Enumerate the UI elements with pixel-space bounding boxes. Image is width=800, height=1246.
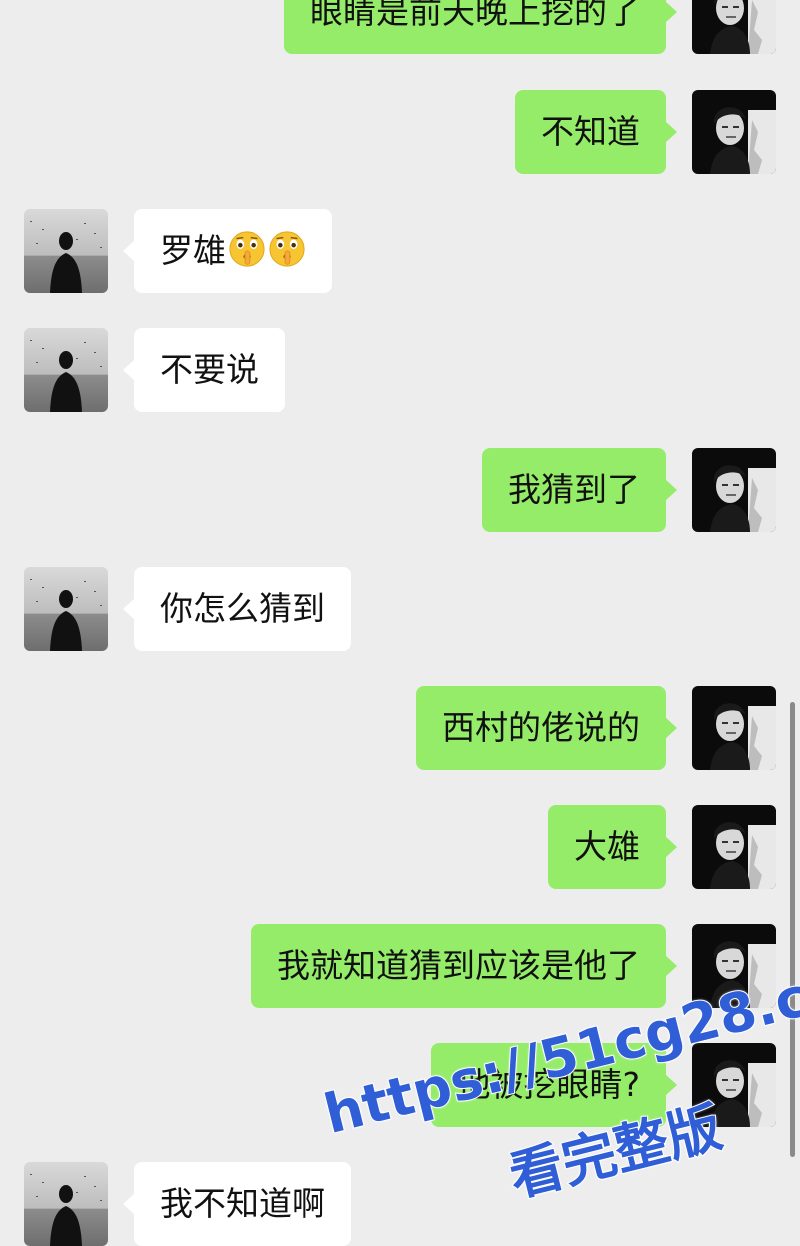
shushing-face-emoji-icon bbox=[268, 230, 306, 268]
my-avatar[interactable] bbox=[692, 448, 776, 532]
shushing-face-emoji-icon bbox=[228, 230, 266, 268]
incoming-message-bubble[interactable]: 不要说 bbox=[123, 328, 285, 412]
contact-avatar[interactable] bbox=[24, 209, 108, 293]
scrollbar[interactable] bbox=[790, 702, 795, 1157]
outgoing-message-bubble[interactable]: 大雄 bbox=[548, 805, 677, 889]
incoming-message-bubble[interactable]: 你怎么猜到 bbox=[123, 567, 351, 651]
my-avatar-photo bbox=[692, 448, 776, 532]
my-avatar[interactable] bbox=[692, 0, 776, 54]
my-avatar-photo bbox=[692, 90, 776, 174]
outgoing-message-bubble[interactable]: 不知道 bbox=[515, 90, 677, 174]
outgoing-message-bubble[interactable]: 我就知道猜到应该是他了 bbox=[251, 924, 677, 1008]
contact-avatar[interactable] bbox=[24, 328, 108, 412]
incoming-message-bubble[interactable]: 我不知道啊 bbox=[123, 1162, 351, 1246]
my-avatar[interactable] bbox=[692, 90, 776, 174]
incoming-message-bubble[interactable]: 罗雄 bbox=[123, 209, 332, 293]
outgoing-message-bubble[interactable]: 我猜到了 bbox=[482, 448, 677, 532]
my-avatar-photo bbox=[692, 805, 776, 889]
my-avatar[interactable] bbox=[692, 805, 776, 889]
contact-avatar-photo bbox=[24, 1162, 108, 1246]
contact-avatar[interactable] bbox=[24, 567, 108, 651]
my-avatar[interactable] bbox=[692, 686, 776, 770]
contact-avatar-photo bbox=[24, 328, 108, 412]
contact-avatar[interactable] bbox=[24, 1162, 108, 1246]
contact-avatar-photo bbox=[24, 567, 108, 651]
my-avatar-photo bbox=[692, 686, 776, 770]
my-avatar-photo bbox=[692, 0, 776, 54]
contact-avatar-photo bbox=[24, 209, 108, 293]
outgoing-message-bubble[interactable]: 西村的佬说的 bbox=[416, 686, 677, 770]
outgoing-message-bubble[interactable]: 眼睛是前天晚上挖的了 bbox=[284, 0, 677, 54]
message-text: 罗雄 bbox=[160, 231, 226, 270]
